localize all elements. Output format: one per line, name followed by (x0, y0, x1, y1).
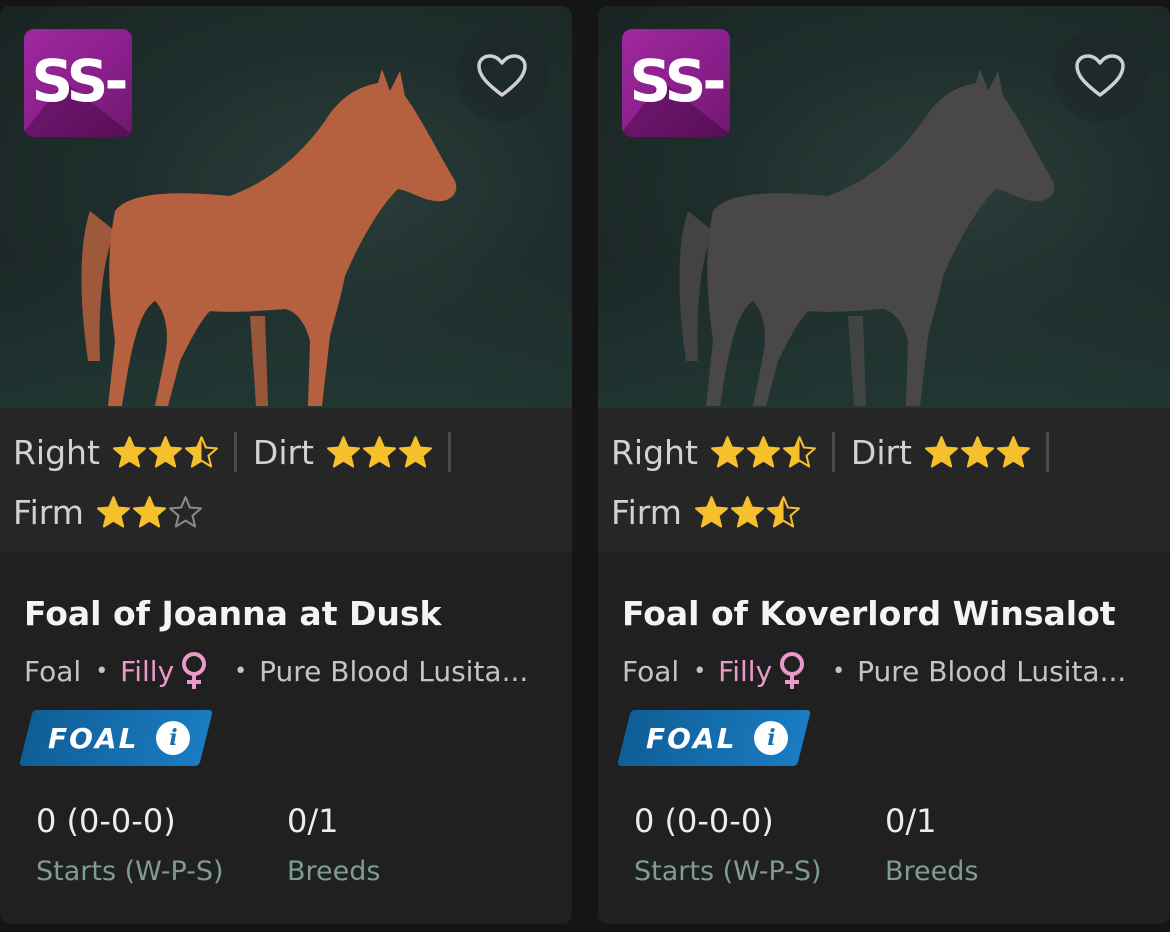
gender-label: Filly (120, 654, 175, 688)
foal-badge[interactable]: FOAL i (618, 710, 808, 766)
surface-ratings: Right Dirt Firm (598, 408, 1170, 552)
star-icon (694, 495, 728, 528)
rating-stars (96, 495, 204, 530)
female-symbol-icon (780, 652, 805, 689)
horse-card[interactable]: SS- Right Dirt Firm Foal of Joanna at Du… (0, 6, 572, 924)
horse-name[interactable]: Foal of Koverlord Winsalot (622, 594, 1116, 633)
star-icon (363, 435, 396, 468)
gender-label: Filly (718, 654, 773, 688)
foal-badge[interactable]: FOAL i (20, 710, 210, 766)
separator-dot: • (693, 658, 707, 684)
star-icon (168, 495, 202, 528)
breeds-label: Breeds (287, 856, 381, 887)
star-icon (766, 495, 800, 528)
divider (448, 432, 451, 472)
star-icon (997, 435, 1030, 468)
surface-label: Right (611, 432, 698, 472)
star-icon (961, 435, 994, 468)
separator-dot: • (234, 658, 248, 684)
rating-stars (924, 435, 1032, 470)
breeds-label: Breeds (885, 856, 979, 887)
badge-label: FOAL (646, 721, 737, 755)
breed-label: Pure Blood Lusita... (857, 654, 1127, 688)
divider (233, 432, 237, 472)
breeds-value: 0/1 (885, 802, 937, 840)
grade-badge: SS- (622, 29, 730, 137)
grade-label: SS- (31, 47, 128, 115)
surface-label: Dirt (850, 432, 912, 472)
star-icon (327, 435, 360, 468)
star-icon (925, 435, 958, 468)
surface-label: Firm (611, 492, 682, 532)
starts-value: 0 (0-0-0) (36, 802, 176, 840)
rating-stars (112, 435, 220, 470)
rating-stars (694, 495, 802, 530)
starts-value: 0 (0-0-0) (634, 802, 774, 840)
rating-stars (326, 435, 434, 470)
star-icon (112, 435, 146, 468)
surface-ratings: Right Dirt Firm (0, 408, 572, 552)
horse-card[interactable]: SS- Right Dirt Firm Foal of Koverlord Wi… (598, 6, 1170, 924)
star-icon (184, 435, 218, 468)
grade-label: SS- (629, 47, 726, 115)
grade-badge: SS- (24, 29, 132, 137)
horse-meta: Foal • Filly • Pure Blood Lusita... (622, 649, 1162, 693)
surface-label: Firm (13, 492, 84, 532)
star-icon (782, 435, 816, 468)
heart-outline-icon (477, 54, 527, 97)
rating-stars (710, 435, 818, 470)
star-icon (132, 495, 166, 528)
info-icon[interactable]: i (754, 721, 789, 755)
divider (831, 432, 835, 472)
heart-outline-icon (1075, 54, 1125, 97)
star-icon (96, 495, 130, 528)
favorite-button[interactable] (1054, 30, 1146, 122)
age-class: Foal (24, 654, 82, 688)
starts-label: Starts (W-P-S) (634, 856, 822, 887)
age-class: Foal (622, 654, 680, 688)
separator-dot: • (95, 658, 109, 684)
favorite-button[interactable] (456, 30, 548, 122)
star-icon (730, 495, 764, 528)
breed-label: Pure Blood Lusita... (259, 654, 529, 688)
breeds-value: 0/1 (287, 802, 339, 840)
surface-label: Right (13, 432, 100, 472)
star-icon (710, 435, 744, 468)
surface-label: Dirt (252, 432, 314, 472)
star-icon (746, 435, 780, 468)
info-icon[interactable]: i (156, 721, 191, 755)
starts-label: Starts (W-P-S) (36, 856, 224, 887)
horse-meta: Foal • Filly • Pure Blood Lusita... (24, 649, 564, 693)
star-icon (399, 435, 432, 468)
badge-label: FOAL (48, 721, 139, 755)
divider (1046, 432, 1049, 472)
horse-name[interactable]: Foal of Joanna at Dusk (24, 594, 441, 633)
separator-dot: • (832, 658, 846, 684)
star-icon (148, 435, 182, 468)
female-symbol-icon (182, 652, 207, 689)
